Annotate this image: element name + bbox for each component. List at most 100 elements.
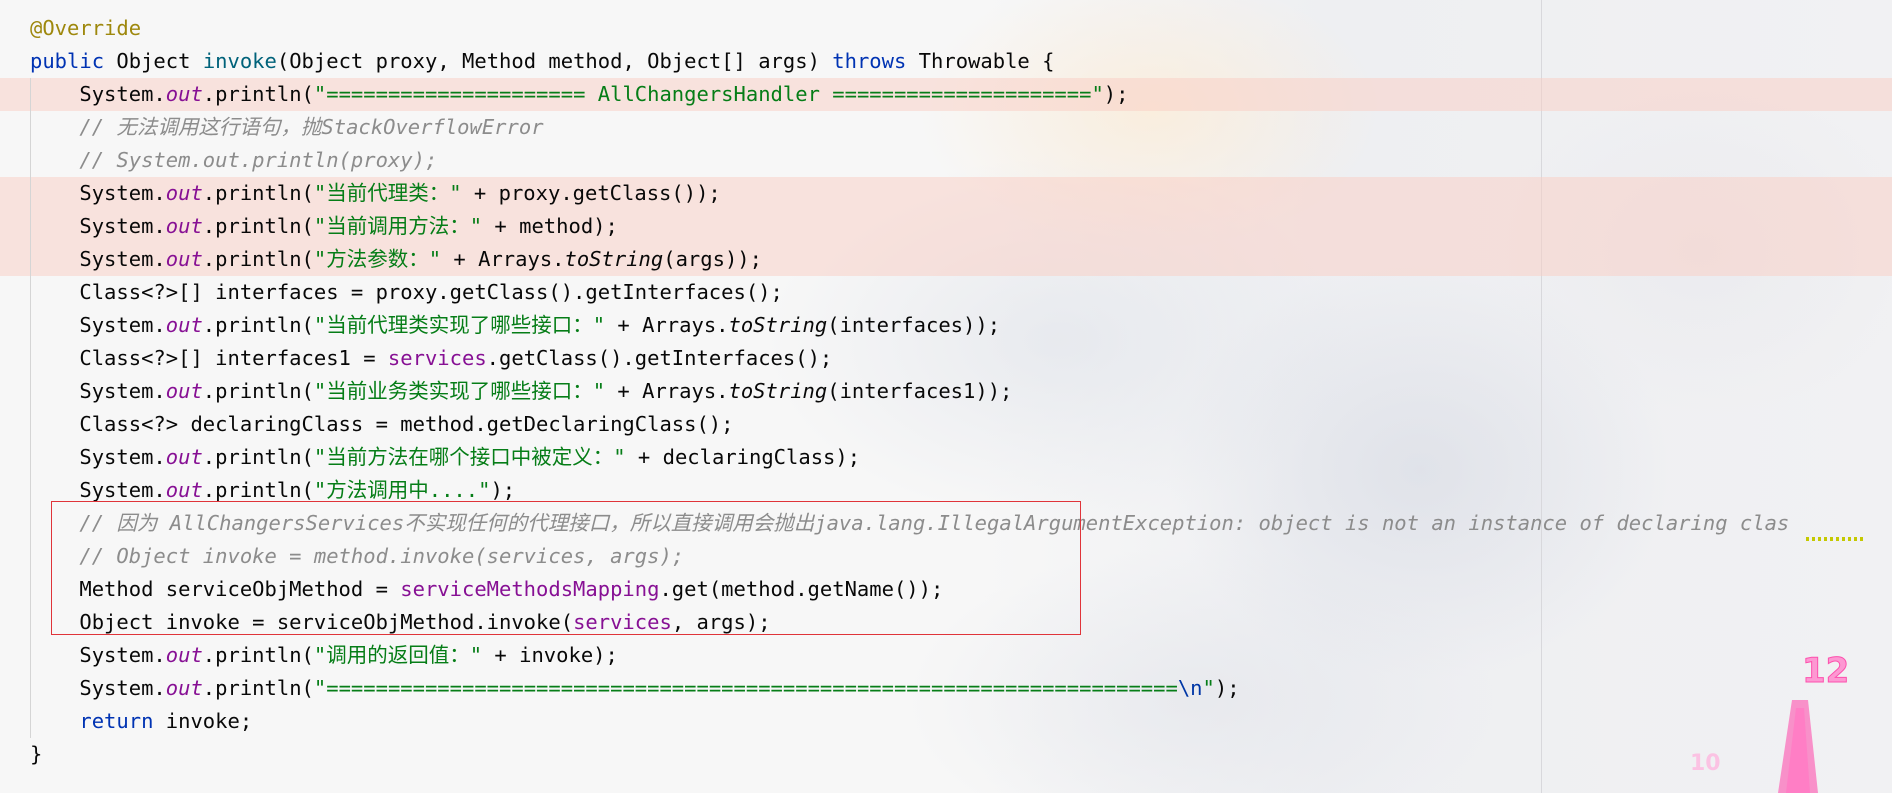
code-token: out — [165, 478, 203, 502]
code-token: out — [165, 247, 203, 271]
code-token: \n — [1177, 676, 1203, 700]
code-line[interactable]: System.out.println("当前业务类实现了哪些接口：" + Arr… — [0, 375, 1892, 408]
line-text: @Override — [30, 12, 141, 45]
clock-artwork: 12 10 — [1690, 651, 1850, 793]
code-token: Class<?>[] interfaces = proxy.getClass()… — [30, 280, 783, 304]
code-token: + proxy.getClass()); — [461, 181, 721, 205]
code-token: toString — [728, 379, 828, 403]
code-line[interactable]: return invoke; — [0, 705, 1892, 738]
code-token: .println( — [202, 478, 314, 502]
code-token: System. — [30, 676, 166, 700]
code-line[interactable]: Class<?>[] interfaces1 = services.getCla… — [0, 342, 1892, 375]
code-token: System. — [30, 181, 166, 205]
code-token: "当前调用方法：" — [313, 214, 483, 238]
code-token: "=======================================… — [313, 676, 1178, 700]
code-line[interactable]: System.out.println("方法参数：" + Arrays.toSt… — [0, 243, 1892, 276]
line-text: } — [30, 738, 42, 771]
code-token: .println( — [202, 214, 314, 238]
line-text: Class<?>[] interfaces1 = services.getCla… — [30, 342, 832, 375]
code-line[interactable]: public Object invoke(Object proxy, Metho… — [0, 45, 1892, 78]
annotation-highlight-box — [51, 501, 1081, 635]
code-token: "调用的返回值：" — [313, 643, 483, 667]
code-token: (interfaces1)); — [827, 379, 1013, 403]
code-token: .println( — [202, 379, 314, 403]
code-token: .println( — [202, 676, 314, 700]
line-text: System.out.println("====================… — [30, 672, 1240, 705]
code-token: System. — [30, 445, 166, 469]
code-token: + Arrays. — [605, 379, 729, 403]
clock-number-12: 12 — [1802, 651, 1849, 691]
code-token: return — [79, 709, 154, 733]
code-token: Object — [104, 49, 203, 73]
code-line[interactable]: System.out.println("当前调用方法：" + method); — [0, 210, 1892, 243]
code-token: "当前代理类实现了哪些接口：" — [313, 313, 606, 337]
code-token: } — [30, 742, 43, 766]
code-token: "当前方法在哪个接口中被定义：" — [313, 445, 626, 469]
code-token: out — [165, 181, 203, 205]
line-text: System.out.println("====================… — [30, 78, 1128, 111]
code-token: ); — [490, 478, 516, 502]
code-token: .println( — [202, 82, 314, 106]
line-text: System.out.println("当前代理类实现了哪些接口：" + Arr… — [30, 309, 1000, 342]
code-line[interactable]: System.out.println("====================… — [0, 78, 1892, 111]
code-line[interactable]: @Override — [0, 12, 1892, 45]
code-line[interactable]: System.out.println("调用的返回值：" + invoke); — [0, 639, 1892, 672]
code-token: " — [1202, 676, 1215, 700]
code-token: Throwable { — [906, 49, 1055, 73]
code-line[interactable]: Class<?>[] interfaces = proxy.getClass()… — [0, 276, 1892, 309]
line-text: System.out.println("当前代理类：" + proxy.getC… — [30, 177, 721, 210]
code-token: services — [387, 346, 487, 370]
code-line[interactable]: System.out.println("当前方法在哪个接口中被定义：" + de… — [0, 441, 1892, 474]
code-token: invoke — [202, 49, 277, 73]
line-text: System.out.println("当前调用方法：" + method); — [30, 210, 618, 243]
code-token: ); — [1214, 676, 1240, 700]
typo-squiggle — [1806, 537, 1866, 541]
line-text: return invoke; — [30, 705, 252, 738]
code-token: out — [165, 643, 203, 667]
code-line[interactable]: System.out.println("====================… — [0, 672, 1892, 705]
code-token: throws — [832, 49, 907, 73]
code-editor[interactable]: @Override public Object invoke(Object pro… — [0, 12, 1892, 771]
code-token: out — [165, 445, 203, 469]
code-token: "方法调用中...." — [313, 478, 491, 502]
line-text: System.out.println("调用的返回值：" + invoke); — [30, 639, 618, 672]
code-line[interactable]: } — [0, 738, 1892, 771]
code-line[interactable]: System.out.println("当前代理类实现了哪些接口：" + Arr… — [0, 309, 1892, 342]
clock-number-10: 10 — [1690, 751, 1721, 776]
code-line[interactable]: // System.out.println(proxy); — [0, 144, 1892, 177]
code-token: + declaringClass); — [625, 445, 861, 469]
code-token: Class<?> declaringClass = method.getDecl… — [30, 412, 734, 436]
line-text: Class<?> declaringClass = method.getDecl… — [30, 408, 734, 441]
code-token: // 无法调用这行语句，抛StackOverflowError — [30, 115, 544, 139]
code-token: invoke; — [153, 709, 253, 733]
code-line[interactable]: System.out.println("当前代理类：" + proxy.getC… — [0, 177, 1892, 210]
code-token: + Arrays. — [441, 247, 565, 271]
code-line[interactable]: Class<?> declaringClass = method.getDecl… — [0, 408, 1892, 441]
code-token: (args)); — [663, 247, 762, 271]
code-line[interactable]: // 无法调用这行语句，抛StackOverflowError — [0, 111, 1892, 144]
line-text: Class<?>[] interfaces = proxy.getClass()… — [30, 276, 783, 309]
line-text: System.out.println("当前方法在哪个接口中被定义：" + de… — [30, 441, 860, 474]
code-token: // System.out.println(proxy); — [30, 148, 438, 172]
code-token: .println( — [202, 445, 314, 469]
line-text: // System.out.println(proxy); — [30, 144, 437, 177]
code-token: "方法参数：" — [313, 247, 442, 271]
code-token: Class<?>[] interfaces1 = — [30, 346, 388, 370]
code-token: + invoke); — [482, 643, 618, 667]
code-token: public — [30, 49, 105, 73]
code-token: .println( — [202, 313, 314, 337]
code-token: System. — [30, 214, 166, 238]
code-token: @Override — [30, 16, 142, 40]
line-text: // 无法调用这行语句，抛StackOverflowError — [30, 111, 544, 144]
code-token: System. — [30, 82, 166, 106]
code-token: System. — [30, 643, 166, 667]
line-text: public Object invoke(Object proxy, Metho… — [30, 45, 1054, 78]
code-token: out — [165, 379, 203, 403]
code-token: (Object proxy, Method method, Object[] a… — [276, 49, 833, 73]
code-token: + method); — [482, 214, 618, 238]
code-token: out — [165, 676, 203, 700]
clock-hand — [1778, 700, 1818, 793]
code-token: (interfaces)); — [827, 313, 1001, 337]
code-token: "当前代理类：" — [313, 181, 462, 205]
